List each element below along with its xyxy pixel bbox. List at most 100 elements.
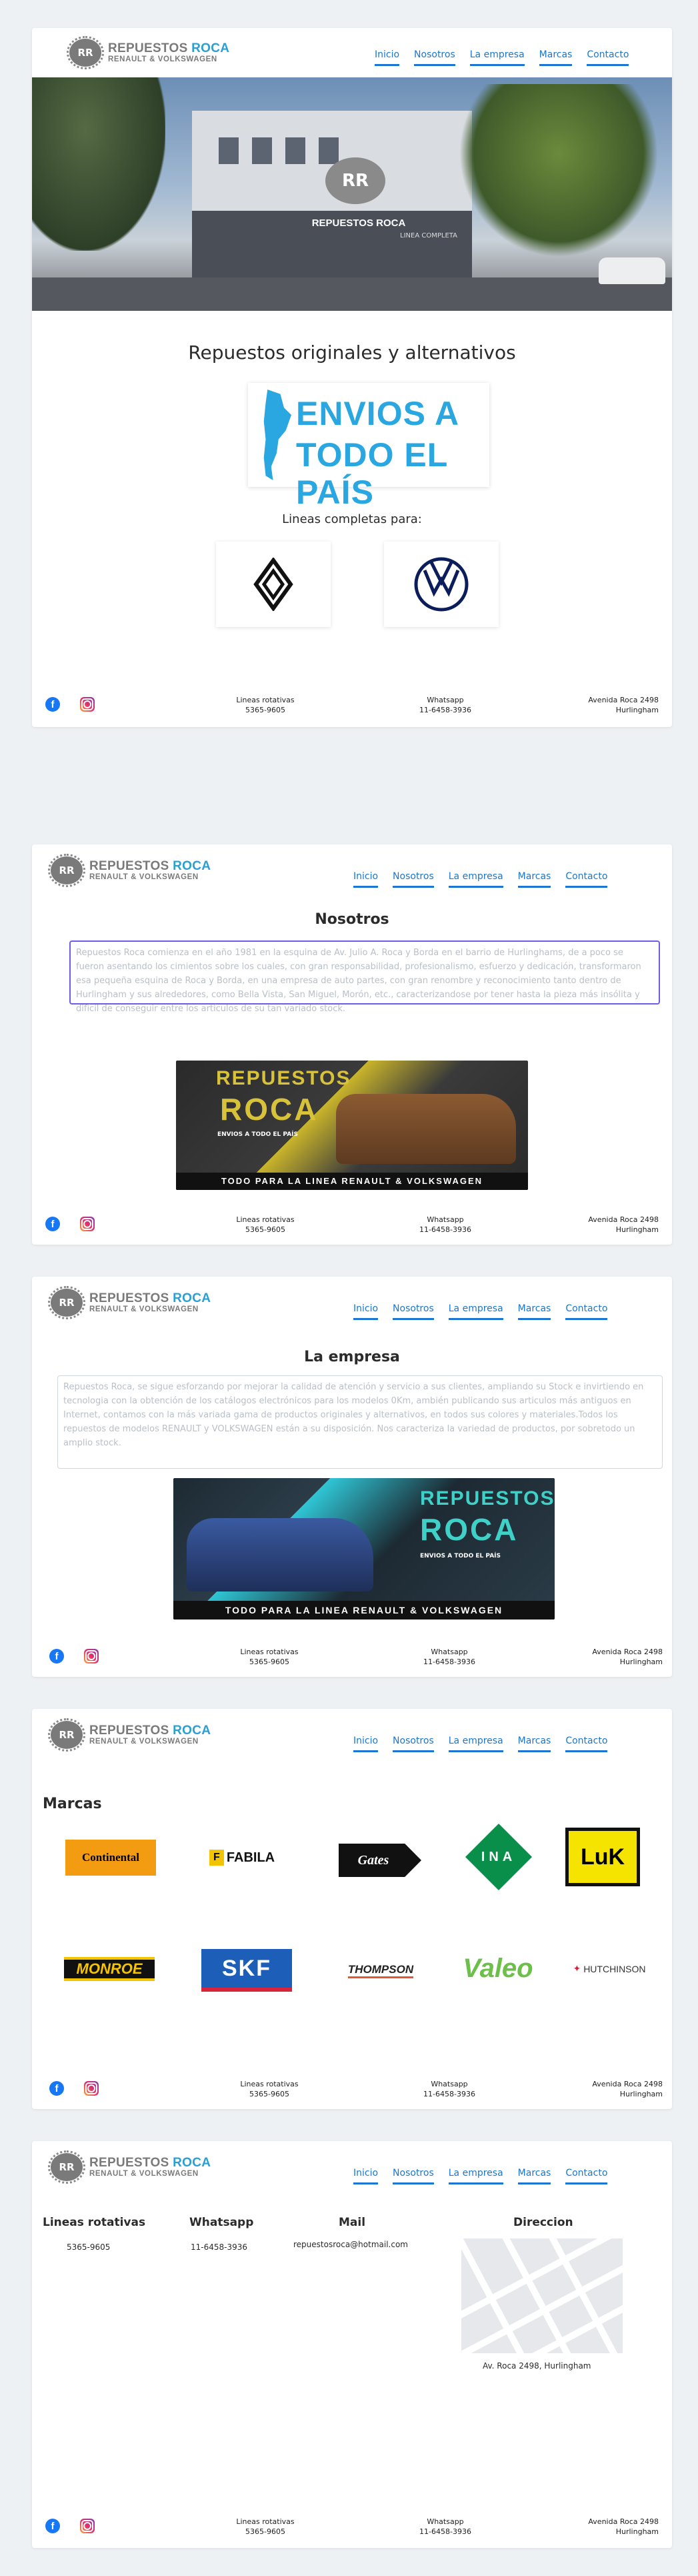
nav-inicio[interactable]: Inicio (353, 2168, 379, 2184)
brand-logo[interactable]: RR REPUESTOS ROCA RENAULT & VOLKSWAGEN (48, 2150, 211, 2184)
instagram-icon[interactable] (80, 1217, 95, 1231)
footer-whatsapp[interactable]: 11-6458-3936 (405, 1225, 485, 1235)
ina-logo[interactable]: INA (465, 1824, 532, 1890)
nav-contacto[interactable]: Contacto (565, 1736, 608, 1752)
footer-city: Hurlingham (615, 706, 659, 714)
nav-marcas[interactable]: Marcas (517, 1736, 551, 1752)
contact-address-title: Direccion (513, 2216, 573, 2229)
building-main: RR REPUESTOS ROCA LINEA COMPLETA (192, 111, 472, 277)
volkswagen-logo[interactable] (384, 542, 499, 627)
footer-whatsapp[interactable]: 11-6458-3936 (405, 2527, 485, 2537)
hero-image: RR REPUESTOS ROCA LINEA COMPLETA (32, 77, 672, 311)
footer: f Lineas rotativas 5365-9605 Whatsapp 11-6… (32, 685, 672, 725)
nav-nosotros[interactable]: Nosotros (393, 871, 434, 888)
emblem-icon: RR (48, 2150, 85, 2184)
instagram-icon[interactable] (80, 697, 95, 712)
skf-text: SKF (222, 1955, 271, 1981)
contact-whatsapp[interactable]: 11-6458-3936 (191, 2242, 247, 2252)
nav-nosotros[interactable]: Nosotros (393, 1736, 434, 1752)
lines-label: Lineas completas para: (282, 512, 422, 526)
nosotros-banner: REPUESTOS ROCA ENVIOS A TODO EL PAÍS TOD… (176, 1061, 528, 1190)
renault-icon (253, 558, 293, 611)
continental-logo[interactable]: Continental (65, 1840, 156, 1876)
nav-contacto[interactable]: Contacto (565, 2168, 608, 2184)
nav-la-empresa[interactable]: La empresa (448, 1303, 503, 1320)
banner-title1: REPUESTOS (420, 1487, 555, 1509)
footer-address: Avenida Roca 2498 (592, 2080, 663, 2088)
thompson-text: THOMPSON (347, 1963, 414, 1978)
contact-address: Av. Roca 2498, Hurlingham (483, 2361, 591, 2371)
facebook-icon[interactable]: f (45, 2519, 60, 2533)
footer-phone[interactable]: 5365-9605 (225, 1225, 305, 1235)
volkswagen-icon (414, 557, 469, 612)
thompson-logo[interactable]: THOMPSON (337, 1956, 424, 1985)
footer-city: Hurlingham (619, 2090, 663, 2098)
facebook-icon[interactable]: f (45, 1217, 60, 1231)
nav-contacto[interactable]: Contacto (565, 1303, 608, 1320)
nav-marcas[interactable]: Marcas (517, 1303, 551, 1320)
nav-inicio[interactable]: Inicio (353, 1736, 379, 1752)
footer-phone[interactable]: 5365-9605 (229, 1657, 309, 1667)
footer-whatsapp[interactable]: 11-6458-3936 (409, 1657, 489, 1667)
nav-nosotros[interactable]: Nosotros (393, 2168, 434, 2184)
footer-whatsapp[interactable]: 11-6458-3936 (405, 705, 485, 715)
contact-phone[interactable]: 5365-9605 (67, 2242, 110, 2252)
empresa-text[interactable]: Repuestos Roca, se sigue esforzando por … (57, 1375, 663, 1469)
contact-whatsapp-title: Whatsapp (189, 2216, 254, 2229)
skf-logo[interactable]: SKF (201, 1949, 292, 1992)
banner-sub: ENVIOS A TODO EL PAÍS (420, 1553, 501, 1559)
nosotros-text[interactable]: Repuestos Roca comienza en el año 1981 e… (69, 940, 660, 1014)
nav-marcas[interactable]: Marcas (517, 871, 551, 888)
nav-marcas[interactable]: Marcas (539, 49, 573, 66)
luk-logo[interactable]: LuK (565, 1828, 640, 1886)
nav-contacto[interactable]: Contacto (565, 871, 608, 888)
nav-la-empresa[interactable]: La empresa (448, 1736, 503, 1752)
brand-logo[interactable]: RR REPUESTOS ROCA RENAULT & VOLKSWAGEN (48, 1286, 211, 1319)
facebook-icon[interactable]: f (49, 2081, 64, 2096)
footer-phone[interactable]: 5365-9605 (225, 2527, 305, 2537)
brand-logo[interactable]: RR REPUESTOS ROCA RENAULT & VOLKSWAGEN (48, 1718, 211, 1752)
nav-la-empresa[interactable]: La empresa (448, 871, 503, 888)
luk-text: LuK (580, 1844, 625, 1870)
emblem-icon: RR (48, 1718, 85, 1752)
valeo-logo[interactable]: Valeo (448, 1945, 548, 1992)
brand-name-accent: ROCA (173, 2155, 211, 2170)
facebook-icon[interactable]: f (45, 697, 60, 712)
nav-nosotros[interactable]: Nosotros (393, 1303, 434, 1320)
brand-name: REPUESTOS (89, 1291, 169, 1305)
renault-logo[interactable] (216, 542, 331, 627)
monroe-logo[interactable]: MONROE (64, 1957, 155, 1981)
car-photo (187, 1518, 373, 1591)
brand-logo[interactable]: RR REPUESTOS ROCA RENAULT & VOLKSWAGEN (67, 36, 229, 69)
shipping-banner: ENVIOS A TODO EL PAÍS (248, 383, 489, 511)
nav-inicio[interactable]: Inicio (353, 871, 379, 888)
hutchinson-logo[interactable]: ✦ HUTCHINSON (563, 1954, 656, 1984)
facebook-icon[interactable]: f (49, 1649, 64, 1664)
nav-inicio[interactable]: Inicio (375, 49, 400, 66)
footer-city: Hurlingham (619, 1658, 663, 1666)
footer-phone[interactable]: 5365-9605 (225, 705, 305, 715)
footer-phone-title: Lineas rotativas (236, 2517, 295, 2526)
gates-logo[interactable]: Gates (339, 1844, 421, 1877)
footer-phone[interactable]: 5365-9605 (229, 2089, 309, 2099)
map[interactable] (461, 2238, 623, 2353)
emblem-icon: RR (48, 1286, 85, 1319)
nav-la-empresa[interactable]: La empresa (448, 2168, 503, 2184)
nav-la-empresa[interactable]: La empresa (469, 49, 525, 66)
nav-nosotros[interactable]: Nosotros (414, 49, 455, 66)
nav-marcas[interactable]: Marcas (517, 2168, 551, 2184)
instagram-icon[interactable] (84, 1649, 99, 1664)
instagram-icon[interactable] (84, 2081, 99, 2096)
instagram-icon[interactable] (80, 2519, 95, 2533)
banner-footer: TODO PARA LA LINEA RENAULT & VOLKSWAGEN (173, 1601, 555, 1620)
main-nav: Inicio Nosotros La empresa Marcas Contac… (353, 1736, 608, 1752)
fabila-logo[interactable]: F FABILA (192, 1842, 292, 1873)
footer: f Lineas rotativas 5365-9605 Whatsapp 11-6… (32, 1205, 672, 1245)
brand-subtitle: RENAULT & VOLKSWAGEN (89, 1305, 199, 1313)
nav-contacto[interactable]: Contacto (587, 49, 629, 66)
contact-mail[interactable]: repuestosroca@hotmail.com (293, 2240, 408, 2249)
marcas-card: RR REPUESTOS ROCA RENAULT & VOLKSWAGEN I… (32, 1709, 672, 2109)
footer-whatsapp[interactable]: 11-6458-3936 (409, 2089, 489, 2099)
brand-logo[interactable]: RR REPUESTOS ROCA RENAULT & VOLKSWAGEN (48, 854, 211, 887)
nav-inicio[interactable]: Inicio (353, 1303, 379, 1320)
